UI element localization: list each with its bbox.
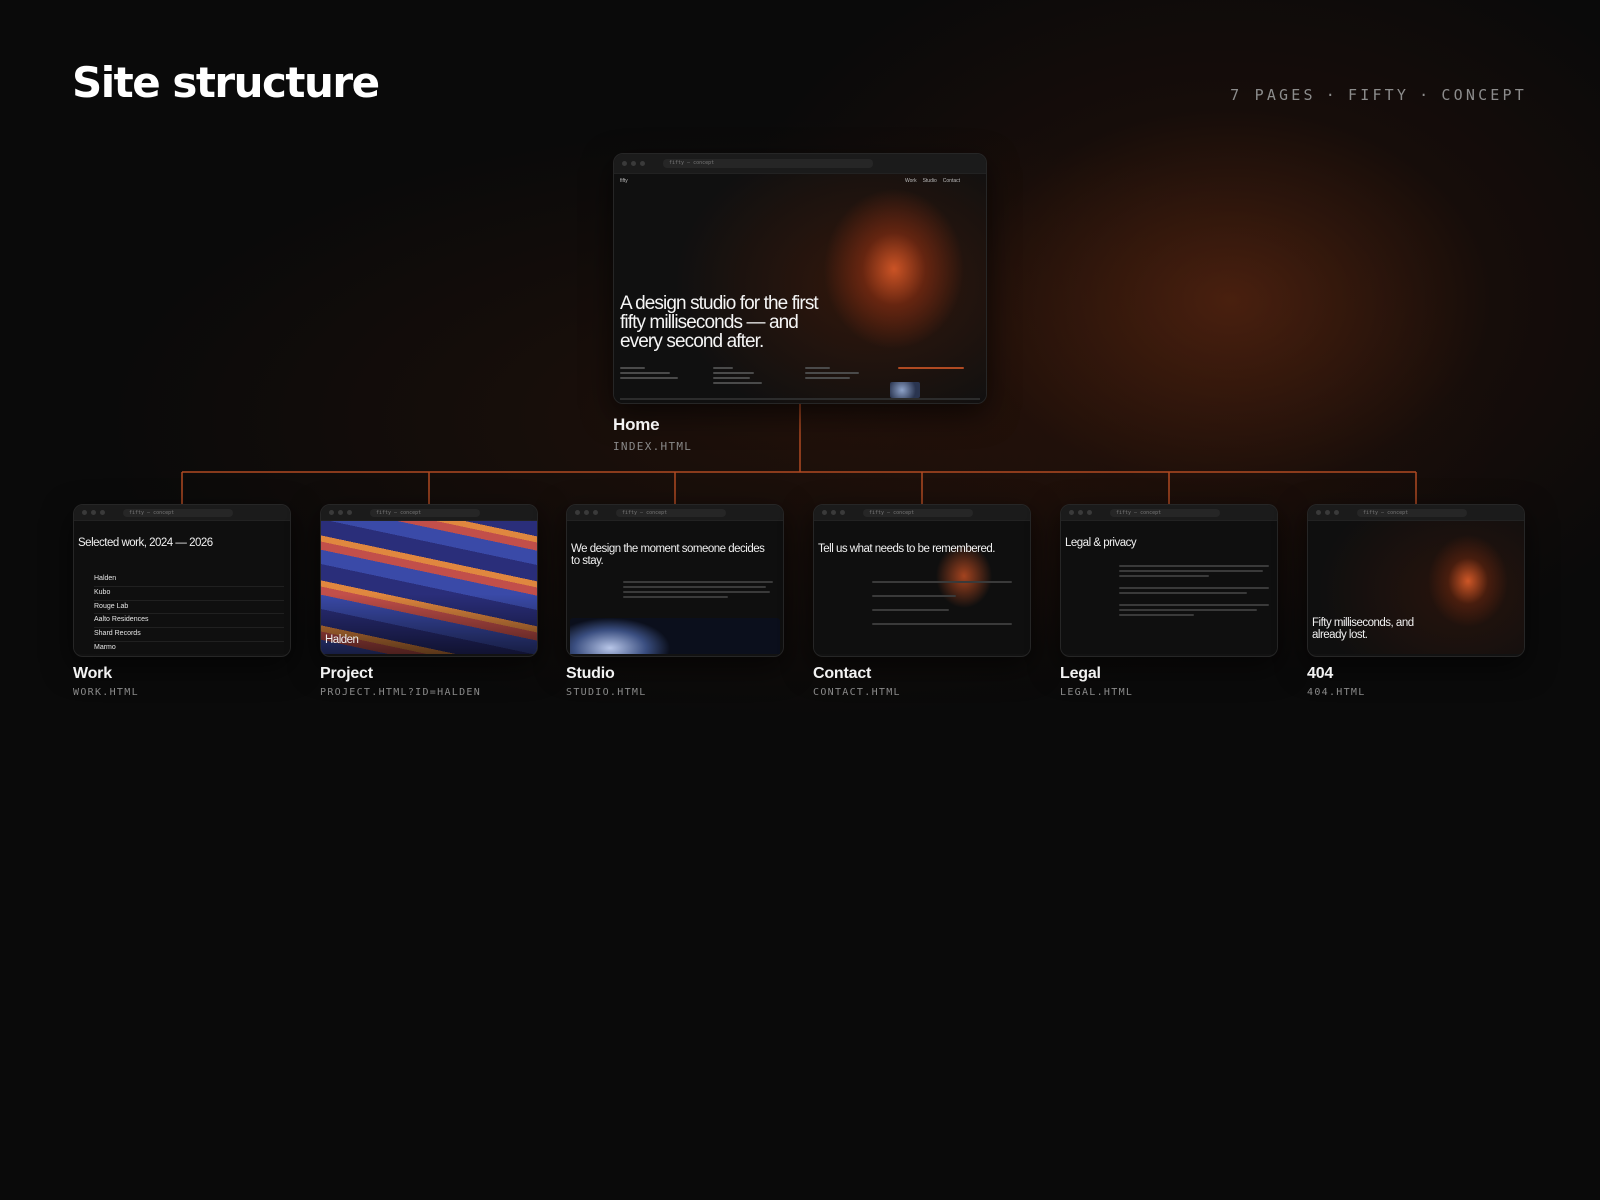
window-dot-icon — [575, 510, 580, 515]
url-bar: fifty — concept — [370, 508, 480, 517]
window-dot-icon — [347, 510, 352, 515]
project-file: PROJECT.HTML?ID=HALDEN — [320, 687, 482, 698]
home-title: Home — [613, 415, 660, 434]
browser-chrome: fifty — concept — [1308, 505, 1524, 521]
nav-work: Work — [905, 178, 917, 184]
contact-form — [872, 581, 1012, 628]
work-screen: Selected work, 2024 — 2026 Halden Kubo R… — [74, 521, 290, 654]
window-dot-icon — [1325, 510, 1330, 515]
project-title: Project — [320, 665, 373, 682]
project-screen: Halden — [321, 521, 537, 654]
contact-screen: Tell us what needs to be remembered. — [814, 521, 1030, 654]
legal-page-thumbnail[interactable]: fifty — concept Legal & privacy — [1060, 504, 1278, 657]
home-headline: A design studio for the first fifty mill… — [620, 293, 819, 352]
window-dot-icon — [831, 510, 836, 515]
window-dot-icon — [100, 510, 105, 515]
404-page-thumbnail[interactable]: fifty — concept Fifty milliseconds, and … — [1307, 504, 1525, 657]
window-dot-icon — [631, 161, 636, 166]
url-bar: fifty — concept — [863, 508, 973, 517]
home-page-thumbnail[interactable]: fifty — concept fifty Work Studio Contac… — [613, 153, 987, 404]
window-dot-icon — [1087, 510, 1092, 515]
window-dot-icon — [1069, 510, 1074, 515]
window-dot-icon — [1316, 510, 1321, 515]
window-dot-icon — [82, 510, 87, 515]
browser-chrome: fifty — concept — [614, 154, 986, 174]
home-logo: fifty — [620, 178, 628, 184]
contact-heading: Tell us what needs to be remembered. — [818, 543, 995, 555]
browser-chrome: fifty — concept — [74, 505, 290, 521]
home-thumbnail-image — [890, 382, 920, 398]
studio-heading: We design the moment someone decides to … — [571, 543, 765, 567]
work-page-thumbnail[interactable]: fifty — concept Selected work, 2024 — 20… — [73, 504, 291, 657]
work-list-item: Halden — [94, 573, 284, 587]
work-list-item: Aalto Residences — [94, 614, 284, 629]
404-title: 404 — [1307, 665, 1334, 682]
studio-screen: We design the moment someone decides to … — [567, 521, 783, 654]
window-dot-icon — [640, 161, 645, 166]
project-heading: Halden — [325, 634, 359, 646]
home-file: INDEX.HTML — [613, 440, 693, 453]
contact-file: CONTACT.HTML — [813, 687, 901, 698]
studio-image — [570, 618, 780, 654]
browser-chrome: fifty — concept — [321, 505, 537, 521]
home-info-columns — [620, 367, 980, 387]
legal-heading: Legal & privacy — [1065, 537, 1137, 549]
home-screen: fifty Work Studio Contact A design studi… — [614, 174, 986, 403]
url-bar: fifty — concept — [123, 508, 233, 517]
url-bar: fifty — concept — [663, 159, 873, 168]
window-dot-icon — [338, 510, 343, 515]
work-list: Halden Kubo Rouge Lab Aalto Residences S… — [94, 573, 284, 654]
legal-title: Legal — [1060, 665, 1101, 682]
work-list-item: Shard Records — [94, 628, 284, 642]
work-list-item: Kubo — [94, 587, 284, 601]
studio-page-thumbnail[interactable]: fifty — concept We design the moment som… — [566, 504, 784, 657]
work-list-item: Rouge Lab — [94, 601, 284, 615]
window-dot-icon — [1078, 510, 1083, 515]
work-list-item: Marmo — [94, 642, 284, 654]
home-footer — [620, 398, 980, 400]
404-file: 404.HTML — [1307, 687, 1366, 698]
window-dot-icon — [593, 510, 598, 515]
contact-page-thumbnail[interactable]: fifty — concept Tell us what needs to be… — [813, 504, 1031, 657]
contact-title: Contact — [813, 665, 872, 682]
window-dot-icon — [329, 510, 334, 515]
window-dot-icon — [822, 510, 827, 515]
legal-screen: Legal & privacy — [1061, 521, 1277, 654]
window-dot-icon — [584, 510, 589, 515]
browser-chrome: fifty — concept — [567, 505, 783, 521]
studio-body-text — [623, 581, 773, 601]
legal-file: LEGAL.HTML — [1060, 687, 1134, 698]
window-dot-icon — [1334, 510, 1339, 515]
url-bar: fifty — concept — [1357, 508, 1467, 517]
url-bar: fifty — concept — [616, 508, 726, 517]
window-dot-icon — [840, 510, 845, 515]
browser-chrome: fifty — concept — [814, 505, 1030, 521]
404-screen: Fifty milliseconds, and already lost. — [1308, 521, 1524, 654]
window-dot-icon — [622, 161, 627, 166]
work-title: Work — [73, 665, 112, 682]
work-heading: Selected work, 2024 — 2026 — [78, 537, 213, 549]
url-bar: fifty — concept — [1110, 508, 1220, 517]
home-mini-nav: fifty Work Studio Contact — [620, 178, 980, 186]
project-page-thumbnail[interactable]: fifty — concept Halden — [320, 504, 538, 657]
legal-body-text — [1119, 565, 1269, 619]
404-heading: Fifty milliseconds, and already lost. — [1312, 617, 1414, 641]
window-dot-icon — [91, 510, 96, 515]
studio-file: STUDIO.HTML — [566, 687, 647, 698]
browser-chrome: fifty — concept — [1061, 505, 1277, 521]
work-file: WORK.HTML — [73, 687, 139, 698]
studio-title: Studio — [566, 665, 615, 682]
nav-contact: Contact — [942, 178, 960, 184]
nav-studio: Studio — [922, 178, 937, 184]
